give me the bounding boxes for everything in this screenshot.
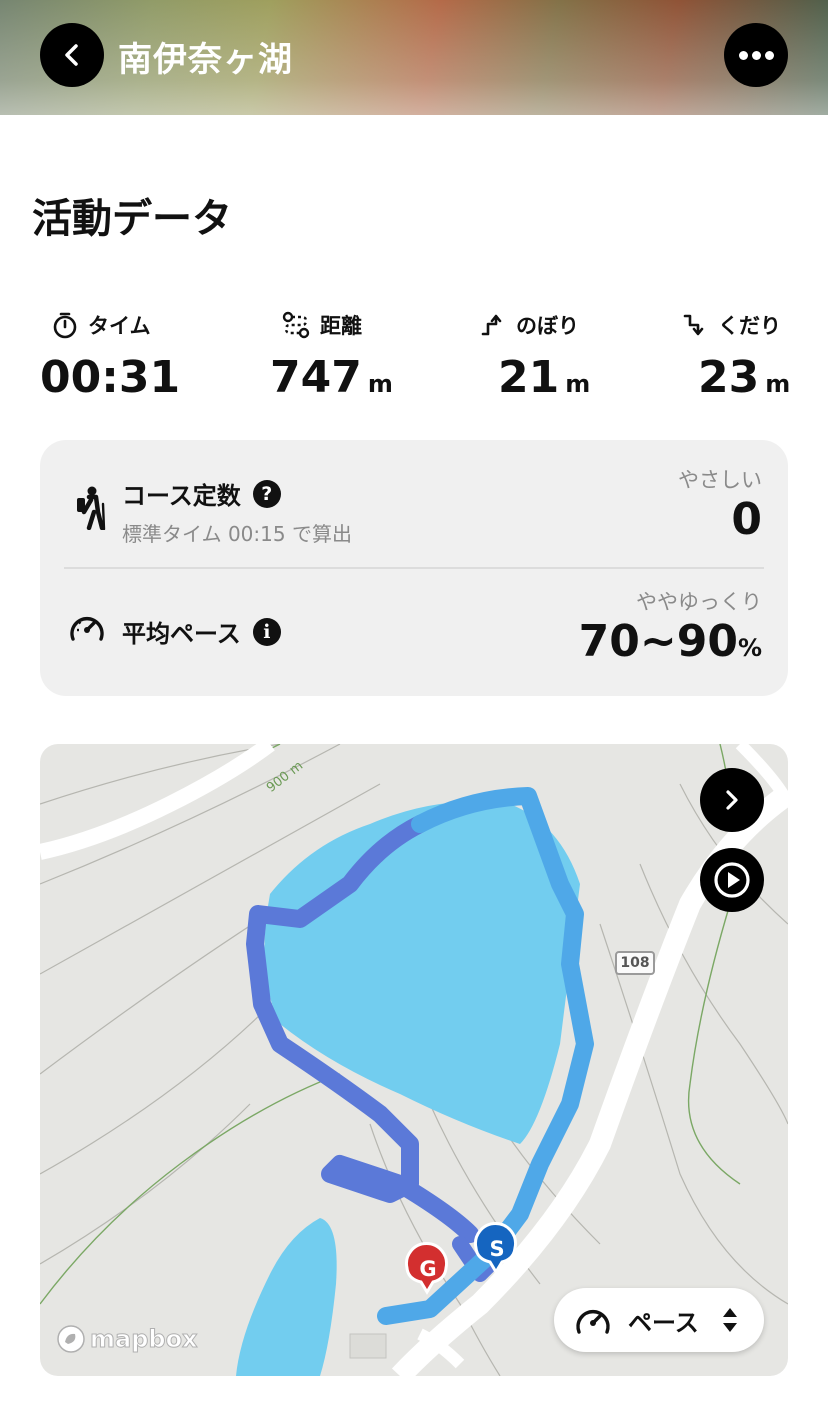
stat-distance-value: 747 m (270, 352, 393, 403)
road-number-badge: 108 (615, 951, 655, 975)
map-canvas (40, 744, 788, 1376)
course-title: コース定数 ? (122, 476, 281, 511)
stat-descent: くだり (682, 310, 781, 340)
stat-descent-number: 23 (698, 352, 760, 403)
play-circle-icon (714, 862, 750, 898)
route-map[interactable]: G S 900 m 108 mapbox ペース (40, 744, 788, 1376)
course-value: 0 (731, 494, 762, 545)
dot (764, 50, 774, 60)
stat-distance-label: 距離 (320, 314, 362, 338)
route-distance-icon (282, 311, 310, 339)
stat-ascent-unit: m (565, 370, 591, 398)
course-title-text: コース定数 (122, 482, 241, 510)
descent-icon (683, 314, 704, 336)
stat-descent-unit: m (765, 370, 791, 398)
mapbox-attribution-text: mapbox (90, 1325, 199, 1354)
stat-distance: 距離 (282, 310, 362, 340)
header-banner: 南伊奈ヶ湖 (0, 0, 828, 115)
stat-ascent: のぼり (480, 310, 579, 340)
lake (236, 1218, 337, 1376)
stat-time-value: 00:31 (40, 352, 180, 403)
pace-rating-label: ややゆっくり (636, 590, 762, 614)
stat-distance-number: 747 (270, 352, 362, 403)
mapbox-logo-icon (57, 1325, 85, 1353)
pace-value-number: 70~90 (578, 616, 738, 667)
back-button[interactable] (40, 23, 104, 87)
road (40, 744, 275, 860)
ascent-icon (481, 314, 502, 336)
chevron-right-icon (726, 790, 738, 810)
pace-value-unit: % (737, 634, 762, 662)
hiker-icon (77, 486, 106, 530)
activity-summary-card: コース定数 ? 標準タイム 00:15 で算出 やさしい 0 平均ペース i や… (40, 440, 788, 696)
more-options-button[interactable] (724, 23, 788, 87)
stat-time-number: 00:31 (40, 352, 181, 403)
play-replay-button[interactable] (700, 848, 764, 912)
pace-title: 平均ペース i (122, 614, 281, 649)
pace-value: 70~90% (579, 616, 762, 667)
speedometer-icon (70, 616, 104, 641)
route-color-mode-selector[interactable]: ペース (554, 1288, 764, 1352)
route-color-mode-label: ペース (628, 1308, 699, 1337)
stat-time: タイム (52, 310, 151, 340)
stat-ascent-number: 21 (498, 352, 560, 403)
chevron-left-icon (65, 44, 78, 66)
info-icon[interactable]: i (252, 617, 281, 646)
stat-descent-value: 23 m (698, 352, 790, 403)
course-rating-label: やさしい (678, 468, 762, 492)
stat-ascent-value: 21 m (498, 352, 590, 403)
section-title: 活動データ (32, 196, 232, 242)
dot (751, 50, 761, 60)
mapbox-attribution[interactable]: mapbox (56, 1324, 198, 1354)
building (349, 1333, 387, 1359)
next-button[interactable] (700, 768, 764, 832)
help-icon[interactable]: ? (252, 479, 281, 508)
divider (64, 567, 764, 569)
stat-distance-unit: m (367, 370, 393, 398)
start-marker-label: S (489, 1237, 505, 1261)
speedometer-icon (576, 1309, 610, 1334)
stat-descent-label: くだり (718, 314, 781, 338)
pace-title-text: 平均ペース (122, 620, 241, 648)
page-title: 南伊奈ヶ湖 (118, 40, 293, 80)
stopwatch-icon (53, 312, 77, 339)
dot (738, 50, 748, 60)
sort-updown-icon (722, 1308, 737, 1332)
stat-time-label: タイム (88, 314, 151, 338)
stat-ascent-label: のぼり (516, 314, 579, 338)
course-subtitle: 標準タイム 00:15 で算出 (122, 522, 352, 546)
lake (264, 801, 580, 1144)
goal-marker-label: G (419, 1257, 437, 1281)
